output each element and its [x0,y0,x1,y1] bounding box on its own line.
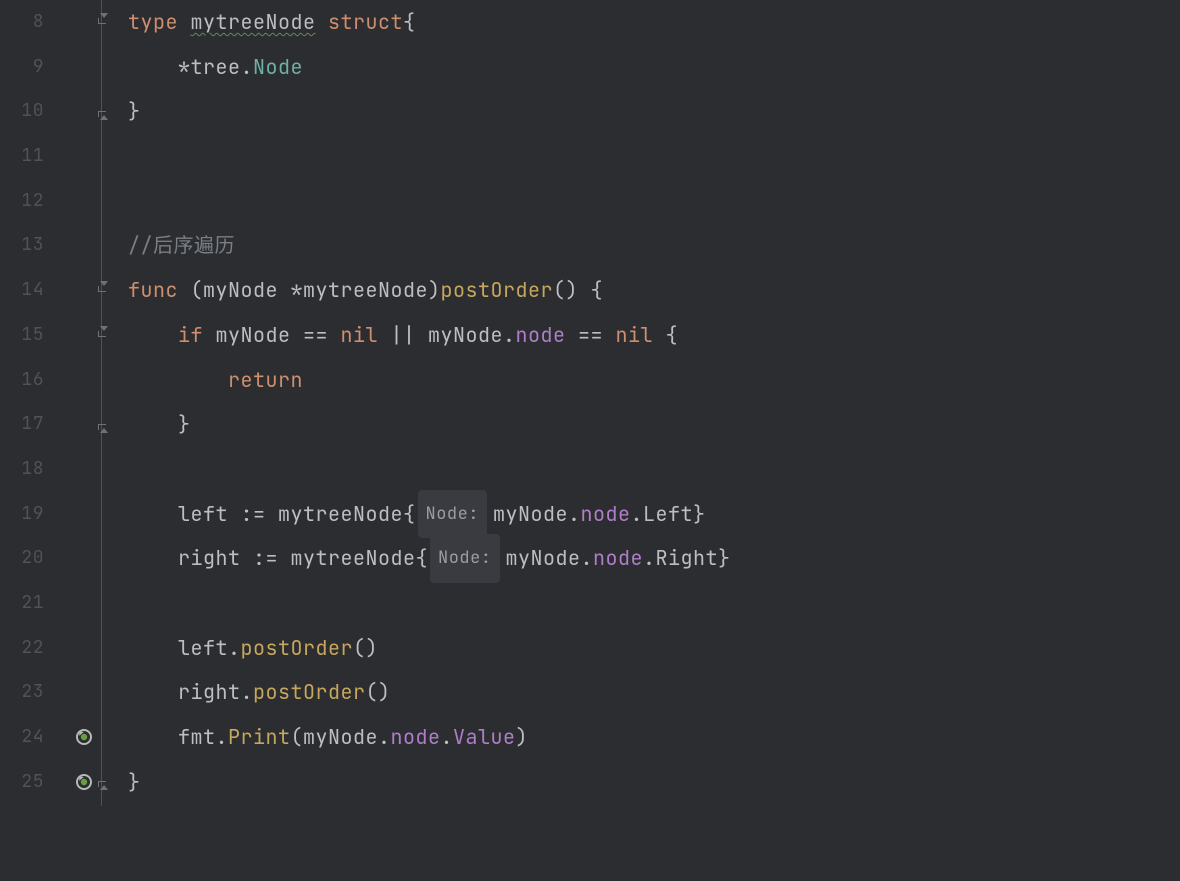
comment: //后序遍历 [128,223,235,268]
code-line[interactable]: //后序遍历 [128,223,1180,268]
type-name: mytreeNode [191,0,316,45]
code-line[interactable]: *tree.Node [128,45,1180,90]
line-number: 14 [0,268,44,313]
code-editor[interactable]: 8 9 10 11 12 13 14 15 16 17 18 19 20 21 … [0,0,1180,806]
line-number: 13 [0,223,44,268]
fold-close-icon[interactable] [98,105,112,119]
line-number: 15 [0,313,44,358]
code-line[interactable] [128,581,1180,626]
recursive-call-icon[interactable] [74,683,94,703]
code-line[interactable]: func (myNode *mytreeNode)postOrder() { [128,268,1180,313]
fold-open-icon[interactable] [98,328,112,342]
line-number: 25 [0,760,44,805]
recursive-call-icon[interactable] [74,638,94,658]
code-line[interactable] [128,134,1180,179]
fold-close-icon[interactable] [98,418,112,432]
code-line[interactable]: right := mytreeNode{Node:myNode.node.Rig… [128,536,1180,581]
line-number: 12 [0,179,44,224]
line-number: 18 [0,447,44,492]
code-line[interactable]: return [128,358,1180,403]
code-line[interactable]: left := mytreeNode{Node:myNode.node.Left… [128,492,1180,537]
code-line[interactable] [128,447,1180,492]
code-line[interactable]: } [128,760,1180,805]
line-number: 23 [0,670,44,715]
line-number: 21 [0,581,44,626]
line-number: 17 [0,402,44,447]
code-line[interactable]: left.postOrder() [128,626,1180,671]
line-number: 11 [0,134,44,179]
line-number: 24 [0,715,44,760]
parameter-hint: Node: [418,490,488,539]
fold-gutter [94,0,116,806]
code-line[interactable]: type mytreeNode struct{ [128,0,1180,45]
line-number-gutter: 8 9 10 11 12 13 14 15 16 17 18 19 20 21 … [0,0,60,806]
fold-open-icon[interactable] [98,283,112,297]
code-line[interactable]: } [128,89,1180,134]
icon-gutter [60,0,94,806]
line-number: 8 [0,0,44,45]
code-line[interactable]: right.postOrder() [128,670,1180,715]
code-line[interactable]: fmt.Print(myNode.node.Value) [128,715,1180,760]
code-area[interactable]: type mytreeNode struct{ *tree.Node } //后… [116,0,1180,806]
code-line[interactable]: } [128,402,1180,447]
parameter-hint: Node: [430,534,500,583]
line-number: 22 [0,626,44,671]
line-number: 20 [0,536,44,581]
fold-close-icon[interactable] [98,775,112,789]
fold-open-icon[interactable] [98,15,112,29]
code-line[interactable]: if myNode == nil || myNode.node == nil { [128,313,1180,358]
line-number: 16 [0,358,44,403]
line-number: 9 [0,45,44,90]
line-number: 19 [0,492,44,537]
line-number: 10 [0,89,44,134]
code-line[interactable] [128,179,1180,224]
